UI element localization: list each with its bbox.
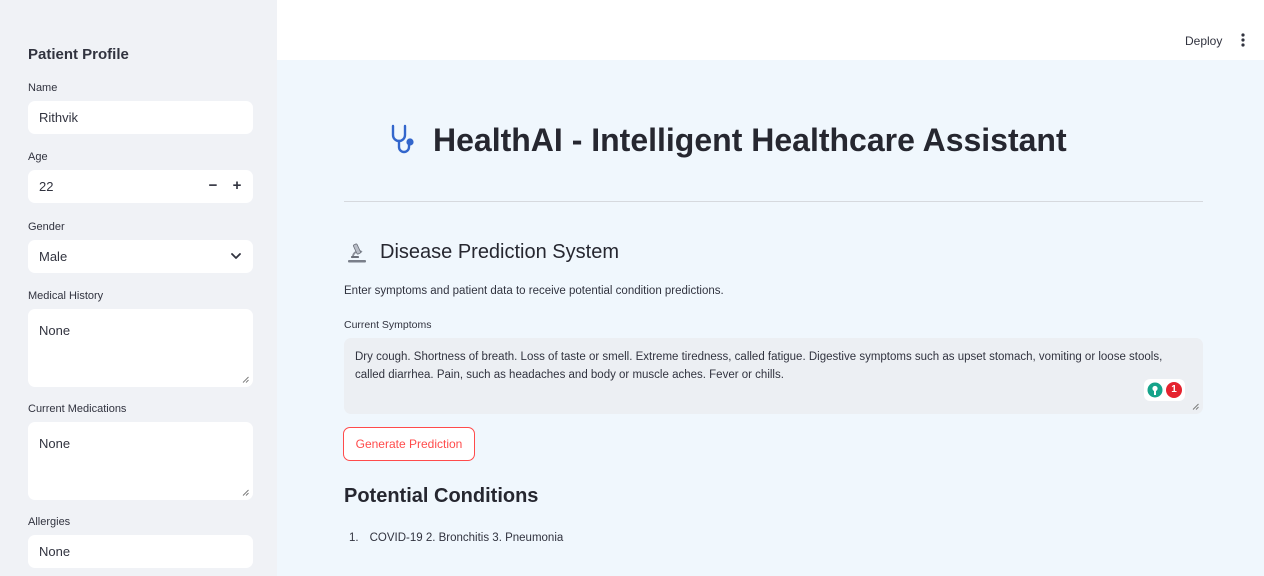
microscope-icon	[348, 243, 366, 262]
grammar-assistant-badge[interactable]: 1	[1144, 379, 1185, 401]
age-decrement-button[interactable]: −	[206, 177, 220, 195]
page-title-text: HealthAI - Intelligent Healthcare Assist…	[433, 121, 1067, 158]
grammar-count-badge: 1	[1166, 382, 1182, 398]
results-list-number: 1.	[349, 532, 359, 544]
age-number-input[interactable]: 22 − +	[28, 170, 253, 203]
generate-prediction-button[interactable]: Generate Prediction	[343, 427, 475, 461]
gender-select-value: Male	[39, 249, 68, 264]
grammar-assistant-icon	[1147, 382, 1163, 398]
symptoms-textarea-value: Dry cough. Shortness of breath. Loss of …	[355, 351, 1163, 381]
age-input-value: 22	[39, 179, 54, 194]
gender-label: Gender	[28, 221, 65, 233]
name-label: Name	[28, 82, 58, 94]
current-medications-value: None	[39, 436, 71, 451]
sidebar: Patient Profile Name Rithvik Age 22 − + …	[0, 0, 277, 576]
age-increment-button[interactable]: +	[230, 177, 244, 195]
results-list-text: COVID-19 2. Bronchitis 3. Pneumonia	[369, 532, 564, 544]
allergies-label: Allergies	[28, 516, 71, 528]
stethoscope-icon	[391, 124, 414, 154]
allergies-input-value: None	[39, 544, 71, 559]
current-medications-label: Current Medications	[28, 403, 127, 415]
symptoms-label: Current Symptoms	[344, 319, 432, 331]
top-header	[277, 0, 1264, 60]
results-title: Potential Conditions	[344, 485, 539, 507]
section-title-text: Disease Prediction System	[380, 241, 619, 263]
deploy-button[interactable]: Deploy	[1185, 34, 1222, 48]
symptoms-textarea[interactable]: Dry cough. Shortness of breath. Loss of …	[344, 338, 1203, 414]
results-list-item: 1. COVID-19 2. Bronchitis 3. Pneumonia	[349, 532, 563, 544]
section-description: Enter symptoms and patient data to recei…	[344, 285, 724, 297]
kebab-menu-icon[interactable]	[1236, 32, 1250, 48]
age-label: Age	[28, 151, 48, 163]
resize-grip-icon[interactable]	[1192, 403, 1199, 410]
resize-grip-icon[interactable]	[242, 489, 249, 496]
sidebar-title: Patient Profile	[28, 46, 129, 63]
divider	[344, 201, 1203, 202]
page-title: HealthAI - Intelligent Healthcare Assist…	[389, 120, 1067, 160]
allergies-input[interactable]: None	[28, 535, 253, 568]
medical-history-value: None	[39, 323, 71, 338]
gender-select[interactable]: Male	[28, 240, 253, 273]
medical-history-label: Medical History	[28, 290, 104, 302]
resize-grip-icon[interactable]	[242, 376, 249, 383]
chevron-down-icon	[231, 253, 241, 259]
name-input-value: Rithvik	[39, 110, 79, 125]
name-input[interactable]: Rithvik	[28, 101, 253, 134]
medical-history-textarea[interactable]: None	[28, 309, 253, 387]
current-medications-textarea[interactable]: None	[28, 422, 253, 500]
section-heading: Disease Prediction System	[346, 241, 619, 264]
